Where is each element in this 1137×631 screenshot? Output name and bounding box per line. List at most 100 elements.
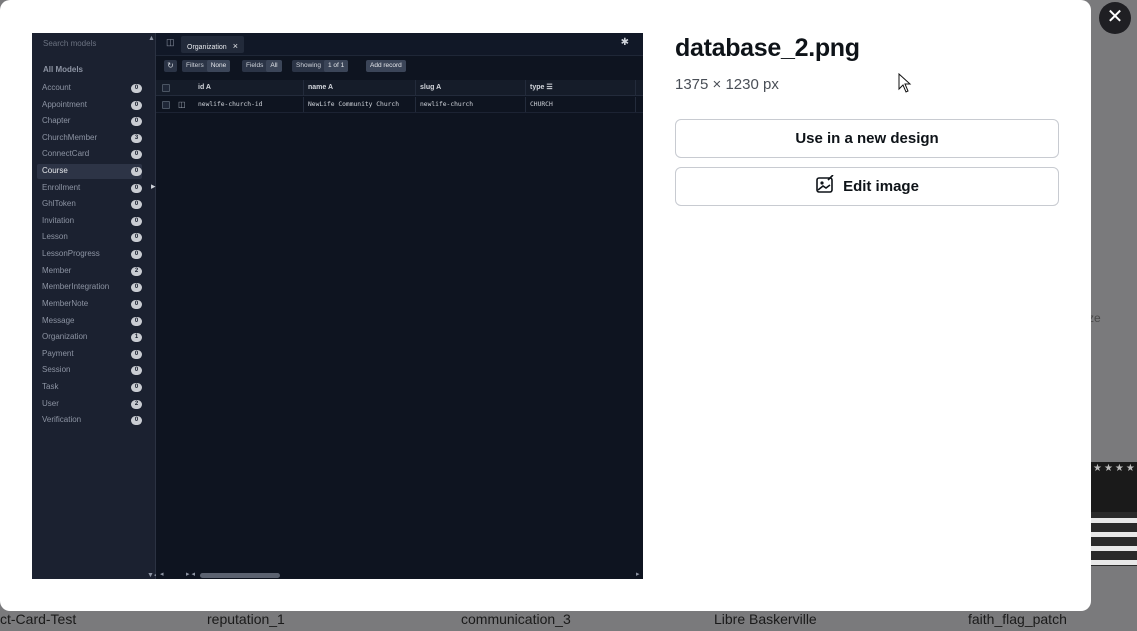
model-count-badge: 1 [131,333,142,343]
model-item: MemberNote 0 [37,297,142,312]
image-edit-icon [816,175,834,193]
table-view: ◫ Organization × ✱ ↻ Filters None Fields Al… [156,33,643,579]
model-count-badge: 0 [131,250,142,260]
background-file-label[interactable]: faith_flag_patch [968,611,1067,627]
screenshot-preview: Search models ▲ All Models Account 0 Appo… [32,33,643,579]
model-count-badge: 0 [131,150,142,160]
model-count-badge: 0 [131,366,142,376]
grid-header-row: id A name A slug A type ☰ [156,80,643,96]
tab-organization: Organization × [181,36,244,53]
table-cell: newlife-church-id [194,97,304,112]
model-name: Course [42,166,68,176]
model-item: User 2 [37,397,142,412]
select-all-checkbox [162,84,170,92]
edit-image-button[interactable]: Edit image [675,167,1059,206]
flag-stripe [1091,518,1137,523]
model-name: Verification [42,415,82,425]
filters-control: Filters None [182,60,231,72]
table-cell: NewLife Community Church [304,97,416,112]
sidebar-toggle-icon: ◫ [166,37,175,47]
filters-label: Filters [186,62,204,69]
model-name: Account [42,83,71,92]
search-models-input: Search models [43,39,97,48]
mouse-pointer-icon [898,73,912,93]
edit-image-label: Edit image [843,178,919,195]
model-item: Task 0 [37,380,142,395]
expand-row-icon: ◫ [178,100,186,109]
model-count-badge: 0 [131,84,142,93]
flag-stripe [1091,532,1137,537]
background-file-label[interactable]: ct-Card-Test [0,611,76,627]
model-name: Organization [42,332,88,342]
model-item: Member 2 [37,264,142,279]
model-name: MemberNote [42,298,89,308]
model-count-badge: 0 [131,216,142,226]
model-count-badge: 0 [131,117,142,127]
use-in-new-design-button[interactable]: Use in a new design [675,119,1059,158]
close-icon: ✕ [1106,6,1124,28]
model-count-badge: 3 [131,133,142,143]
model-item: LessonProgress 0 [37,247,142,262]
background-file-labels: ct-Card-Test reputation_1 communication_… [0,611,1137,631]
flag-stripe [1091,560,1137,565]
model-name: Lesson [42,232,68,242]
background-file-label[interactable]: reputation_1 [207,611,285,627]
model-list: Account 0 Appointment 0 Chapter 0 ChurchMem… [37,81,142,430]
row-checkbox [162,101,170,109]
model-item: ConnectCard 0 [37,147,142,162]
model-name: Enrollment [42,182,81,192]
model-name: Session [42,365,71,375]
model-name: ConnectCard [42,149,90,159]
model-item: Session 0 [37,363,142,378]
model-count-badge: 0 [131,233,142,243]
model-count-badge: 0 [131,316,142,326]
scroll-right-icon: ▸ ◂ [186,571,195,578]
fields-label: Fields [246,62,264,69]
gear-icon: ✱ [620,37,629,48]
table-toolbar: ↻ Filters None Fields All Showing 1 of 1 Ad… [156,58,643,74]
scroll-left-icon: ◂ [160,571,164,578]
horizontal-scrollbar: ◂ ▸ ◂ ▸ [156,571,643,579]
model-name: Task [42,381,59,391]
all-models-heading: All Models [43,65,84,74]
models-sidebar: Search models ▲ All Models Account 0 Appo… [32,33,157,579]
scroll-up-icon: ▲ [148,35,155,42]
close-button[interactable]: ✕ [1099,2,1131,34]
model-count-badge: 0 [131,167,142,177]
model-count-badge: 0 [131,349,142,359]
model-name: MemberIntegration [42,282,110,292]
scroll-right-icon: ▸ [636,571,640,578]
model-name: Appointment [42,99,87,109]
file-title: database_2.png [675,34,860,62]
model-item-active: Course 0 [37,164,142,180]
tab-close-icon: × [232,41,238,51]
model-count-badge: 0 [131,200,142,210]
column-header: id A [194,80,304,95]
model-count-badge: 2 [131,266,142,276]
model-item: Message 0 [37,314,142,329]
add-record-button: Add record [366,60,406,72]
model-name: ChurchMember [42,132,98,142]
model-item: Invitation 0 [37,214,142,229]
model-count-badge: 0 [131,416,142,426]
showing-value: 1 of 1 [323,60,349,72]
showing-label: Showing [296,62,321,69]
tab-label: Organization [187,44,227,51]
background-file-label[interactable]: communication_3 [461,611,571,627]
model-count-badge: 0 [131,100,142,110]
flag-stripe [1091,546,1137,551]
model-name: Payment [42,348,74,358]
model-name: Member [42,265,72,275]
model-item: Lesson 0 [37,230,142,245]
model-name: Message [42,315,75,325]
background-flag-thumbnail[interactable]: ★★★★★★★★★★★★★★★ [1091,462,1137,566]
file-dimensions: 1375 × 1230 px [675,76,779,93]
column-header: slug A [416,80,526,95]
model-count-badge: 0 [131,283,142,293]
model-count-badge: 0 [131,382,142,392]
background-file-label[interactable]: Libre Baskerville [714,611,817,627]
model-item: Chapter 0 [37,114,142,129]
flag-stars: ★★★★★★★★★★★★★★★ [1091,462,1137,512]
column-header: name A [304,80,416,95]
model-count-badge: 0 [131,299,142,309]
